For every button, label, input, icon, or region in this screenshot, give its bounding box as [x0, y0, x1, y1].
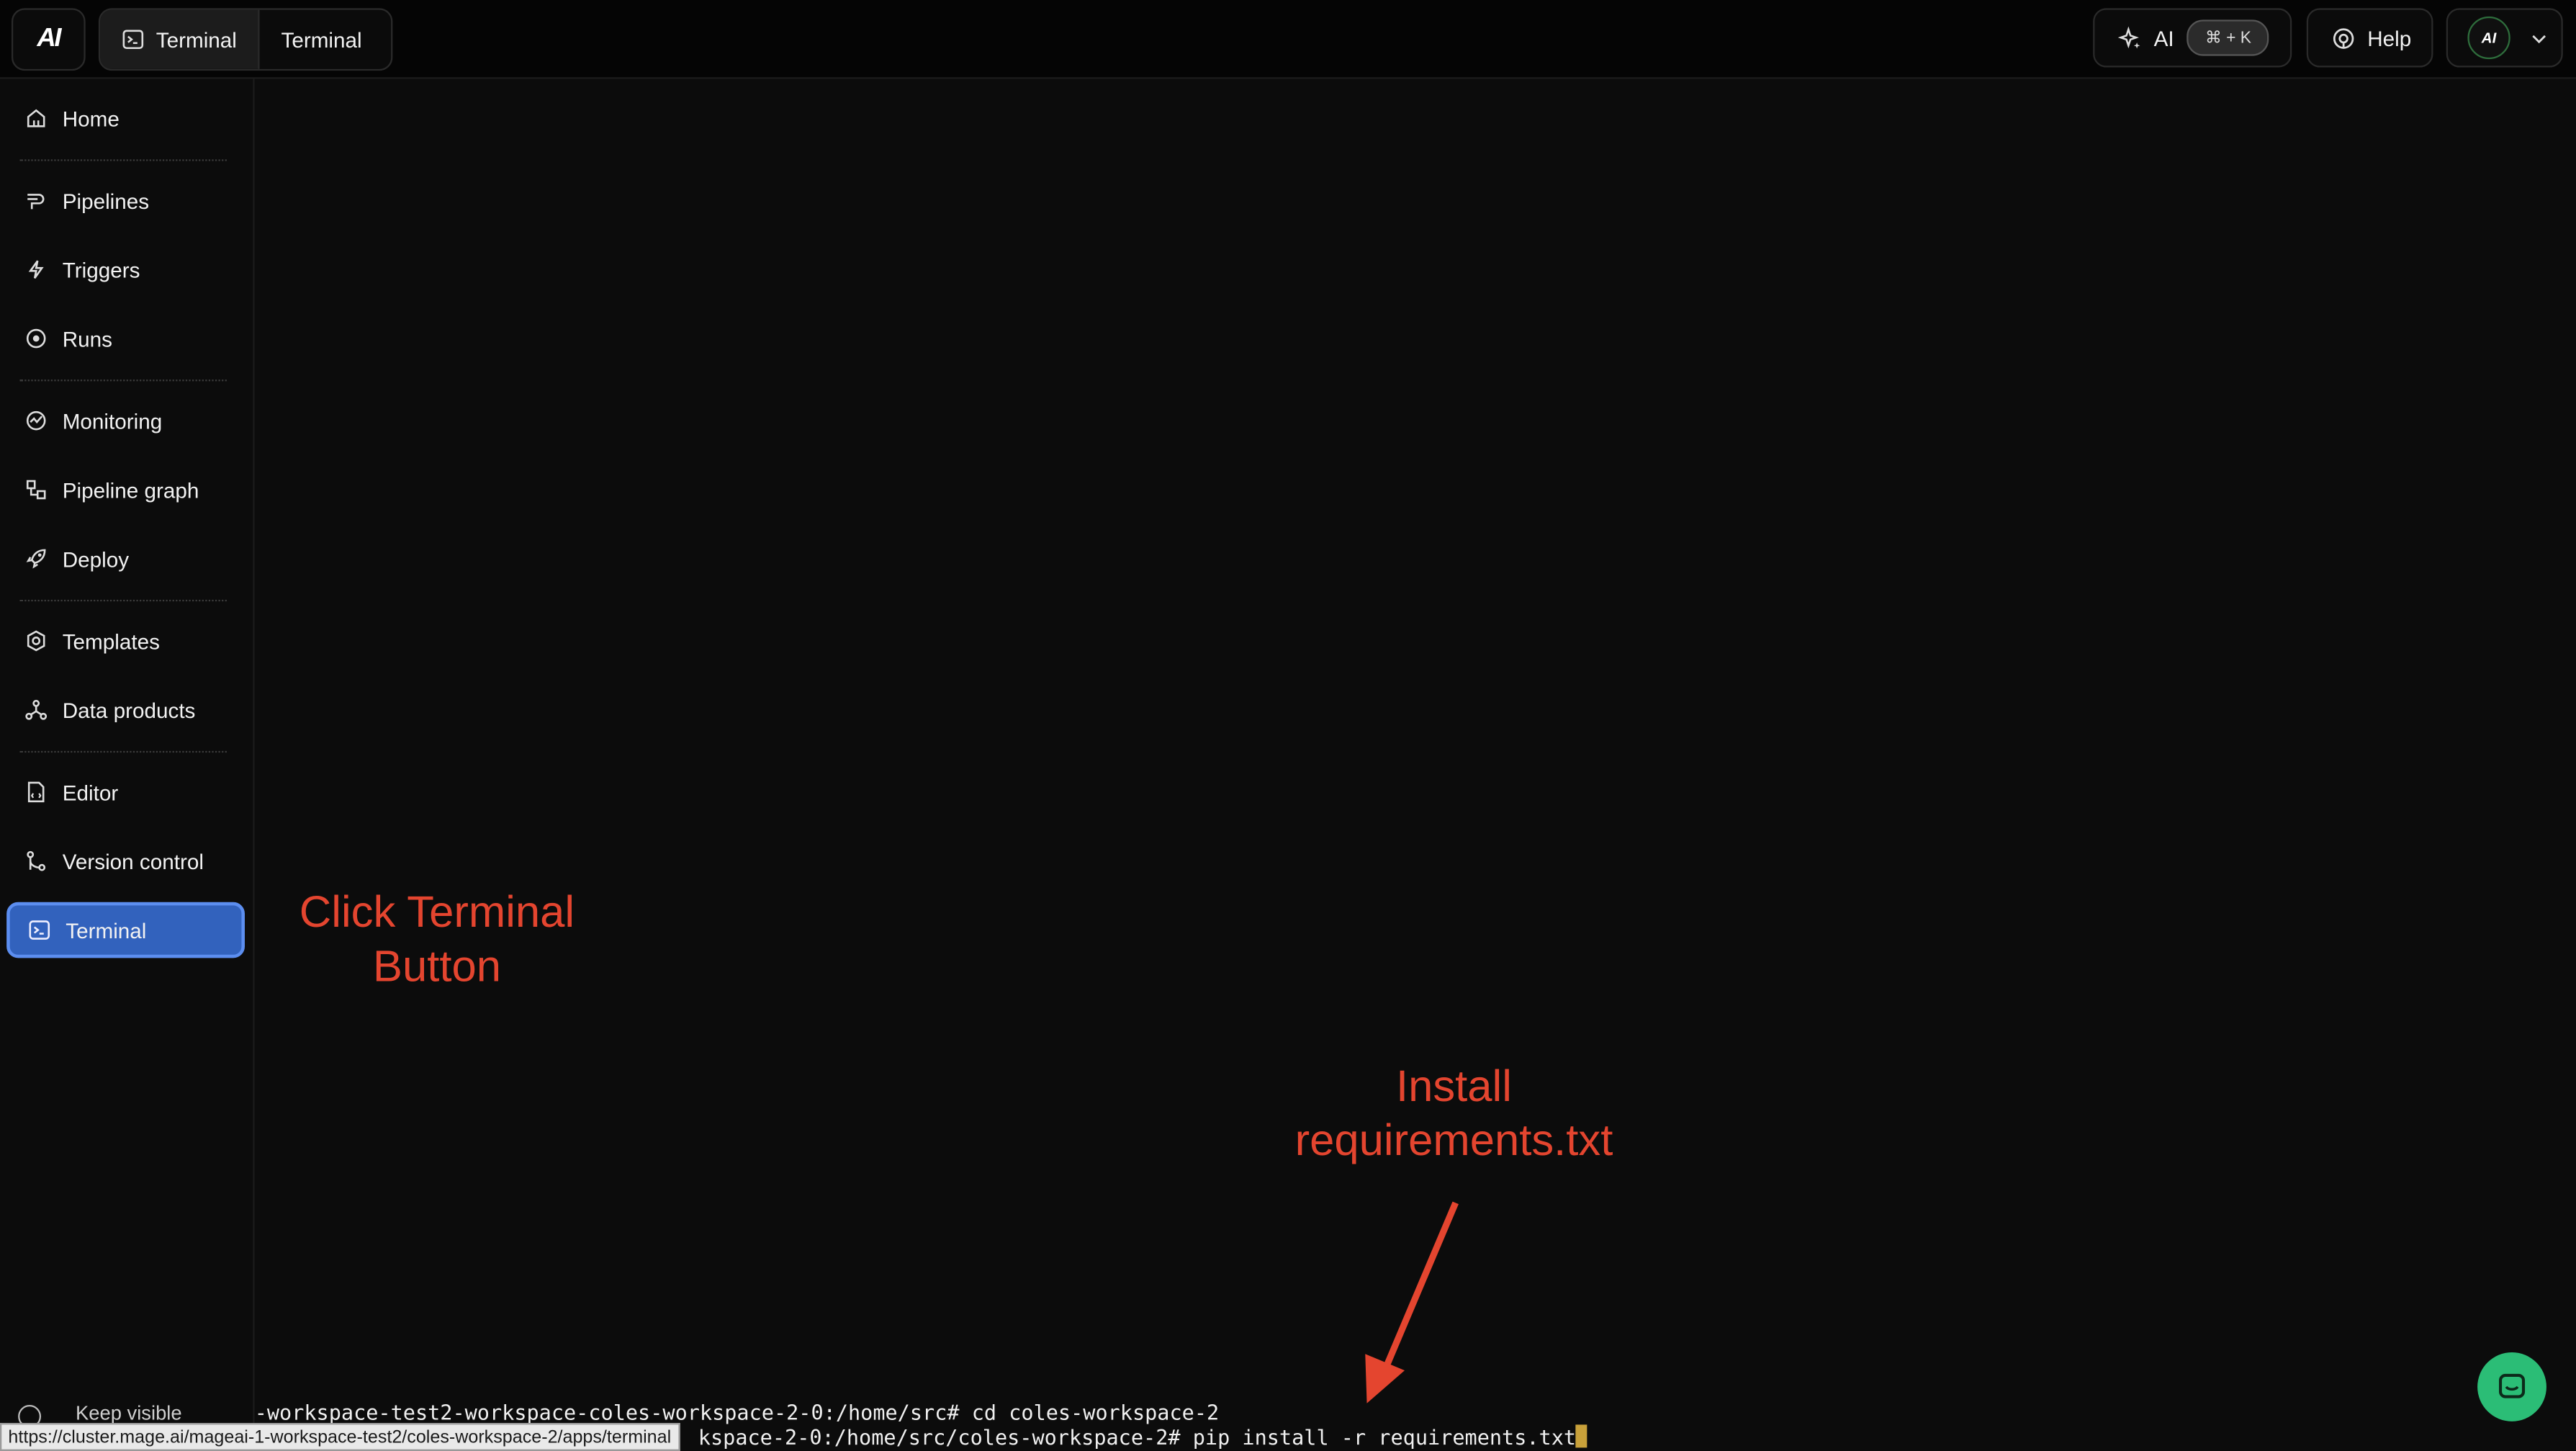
tab-label: Terminal [281, 27, 362, 52]
user-menu-button[interactable]: AI [2446, 8, 2563, 68]
sidebar-item-home[interactable]: Home [6, 91, 245, 147]
app-window: AI Terminal Terminal AI ⌘ + K Help AI Ho… [0, 0, 2576, 1451]
sidebar-item-label: Home [62, 106, 120, 131]
tab-label: Terminal [156, 27, 237, 52]
shortcut-badge: ⌘ + K [2187, 19, 2270, 56]
logo-button[interactable]: AI [11, 8, 86, 71]
sidebar-item-label: Runs [62, 325, 112, 351]
sidebar-item-label: Triggers [62, 257, 140, 282]
sidebar-divider [19, 750, 227, 753]
mage-logo: AI [37, 24, 61, 53]
sidebar-item-label: Version control [62, 848, 204, 873]
header-tabs: Terminal Terminal [98, 8, 393, 71]
sidebar-item-templates[interactable]: Templates [6, 613, 245, 669]
version-control-icon [27, 850, 46, 871]
terminal-line: -workspace-test2-workspace-coles-workspa… [254, 1400, 1220, 1425]
monitoring-icon [26, 410, 46, 431]
status-bar-url: https://cluster.mage.ai/mageai-1-workspa… [0, 1423, 680, 1451]
rocket-icon [26, 549, 46, 569]
chat-launcher-button[interactable] [2477, 1352, 2546, 1421]
terminal-icon [122, 30, 144, 50]
sidebar-item-editor[interactable]: Editor [6, 764, 245, 820]
sidebar-item-terminal[interactable]: Terminal [6, 902, 246, 958]
annotation-arrow [1365, 1201, 1459, 1403]
terminal-line-input: kspace-2-0:/home/src/coles-workspace-2# … [698, 1424, 1588, 1450]
sidebar-item-triggers[interactable]: Triggers [6, 241, 245, 297]
sidebar-item-label: Deploy [62, 546, 130, 571]
sidebar-item-label: Terminal [66, 917, 147, 943]
sidebar-item-label: Templates [62, 628, 160, 654]
sidebar-item-deploy[interactable]: Deploy [6, 531, 245, 587]
pipelines-icon [27, 194, 45, 210]
chat-icon [2498, 1373, 2526, 1398]
home-icon [27, 109, 45, 127]
help-button[interactable]: Help [2306, 8, 2433, 68]
keep-visible-toggle[interactable]: Keep visible [76, 1401, 182, 1424]
sidebar-item-label: Monitoring [62, 408, 163, 433]
sidebar: Home Pipelines Triggers Runs Monitoring … [0, 78, 255, 1451]
sidebar-item-label: Pipelines [62, 188, 150, 213]
tab-terminal-active[interactable]: Terminal [100, 9, 260, 69]
annotation-click-terminal: Click Terminal Button [299, 887, 575, 991]
annotation-install-requirements: Install requirements.txt [1294, 1061, 1613, 1165]
sidebar-item-version-control[interactable]: Version control [6, 833, 245, 889]
sidebar-divider [19, 379, 227, 382]
terminal-icon [29, 920, 50, 940]
sidebar-item-pipeline-graph[interactable]: Pipeline graph [6, 462, 245, 518]
sidebar-item-pipelines[interactable]: Pipelines [6, 173, 245, 229]
help-icon [2333, 27, 2354, 48]
sidebar-divider [19, 159, 227, 161]
ai-label: AI [2153, 25, 2174, 50]
sidebar-item-label: Editor [62, 779, 119, 804]
editor-icon [27, 781, 45, 803]
sidebar-divider [19, 599, 227, 602]
sidebar-item-label: Pipeline graph [62, 477, 199, 503]
sparkles-icon [2117, 25, 2140, 48]
sidebar-item-label: Data products [62, 697, 196, 722]
data-products-icon [25, 699, 48, 720]
terminal-line-text: kspace-2-0:/home/src/coles-workspace-2# … [698, 1424, 1577, 1450]
ai-button[interactable]: AI ⌘ + K [2093, 8, 2292, 68]
triggers-icon [28, 260, 44, 279]
help-label: Help [2367, 25, 2412, 50]
tab-terminal[interactable]: Terminal [260, 10, 383, 69]
runs-icon [26, 328, 46, 349]
sidebar-item-monitoring[interactable]: Monitoring [6, 392, 245, 449]
terminal-cursor [1576, 1424, 1588, 1448]
avatar: AI [2467, 16, 2510, 60]
chevron-down-icon [2532, 34, 2546, 43]
templates-icon [27, 630, 45, 652]
top-bar: AI Terminal Terminal AI ⌘ + K Help AI [0, 0, 2576, 79]
sidebar-item-runs[interactable]: Runs [6, 310, 245, 367]
pipeline-graph-icon [26, 480, 46, 500]
sidebar-item-data-products[interactable]: Data products [6, 682, 245, 738]
